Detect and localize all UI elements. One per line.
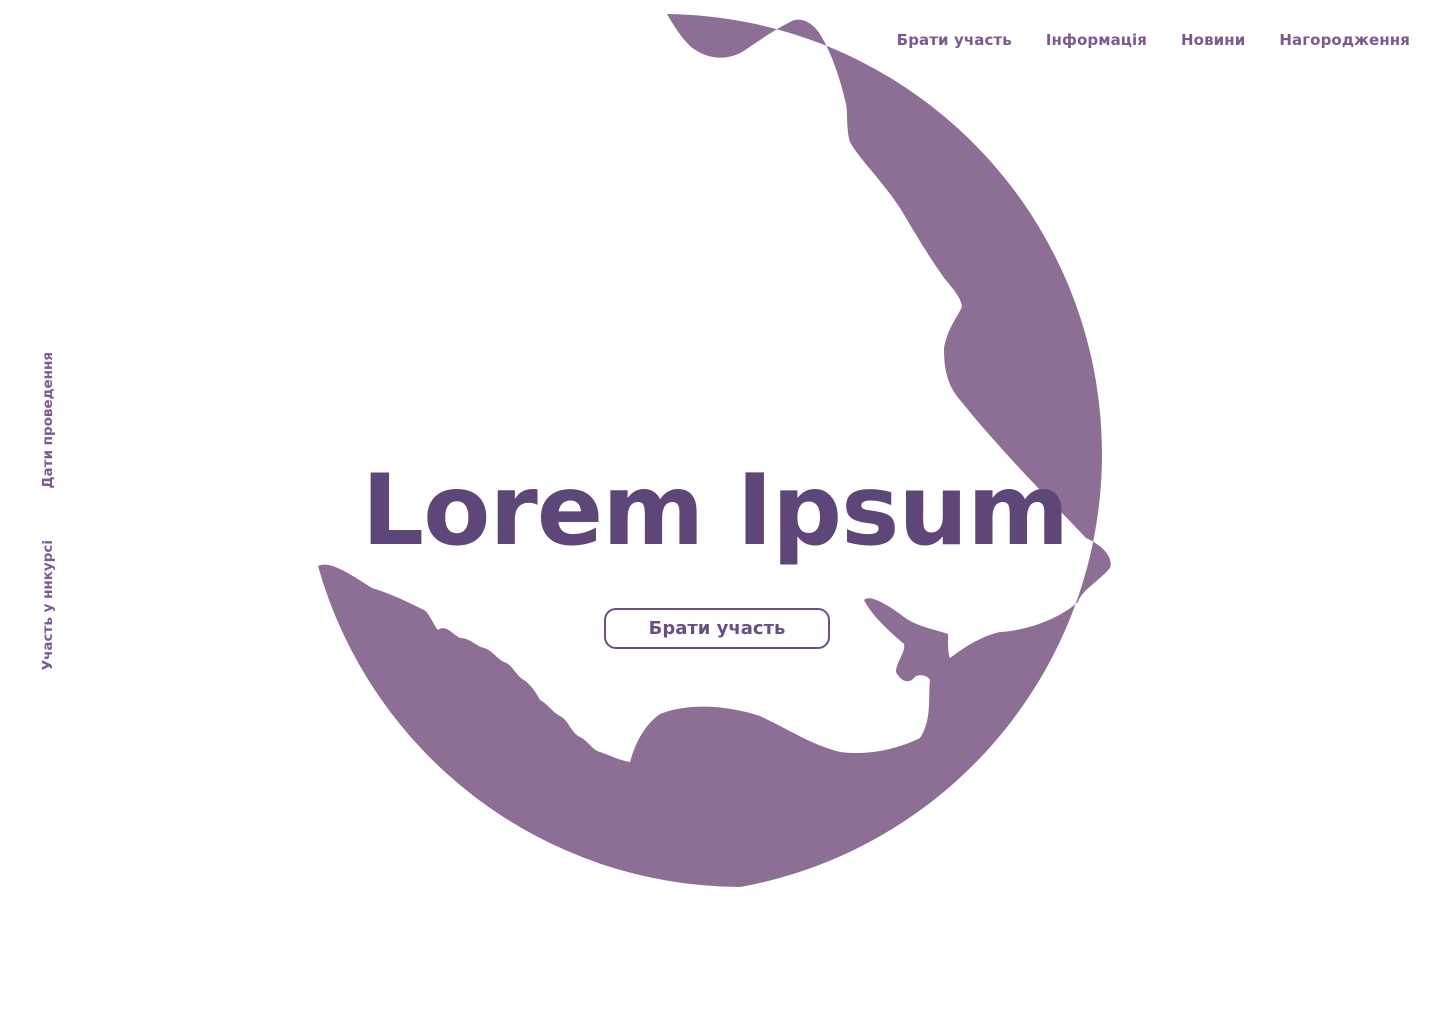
hero-title: Lorem Ipsum [361, 454, 1070, 568]
nav-link-information[interactable]: Інформація [1046, 31, 1147, 49]
nav-link-news[interactable]: Новини [1181, 31, 1245, 49]
participate-button[interactable]: Брати участь [604, 608, 830, 649]
nav-link-participate[interactable]: Брати участь [897, 31, 1012, 49]
top-navigation: Брати участь Інформація Новини Нагородже… [897, 31, 1410, 49]
nav-link-awards[interactable]: Нагородження [1279, 31, 1410, 49]
